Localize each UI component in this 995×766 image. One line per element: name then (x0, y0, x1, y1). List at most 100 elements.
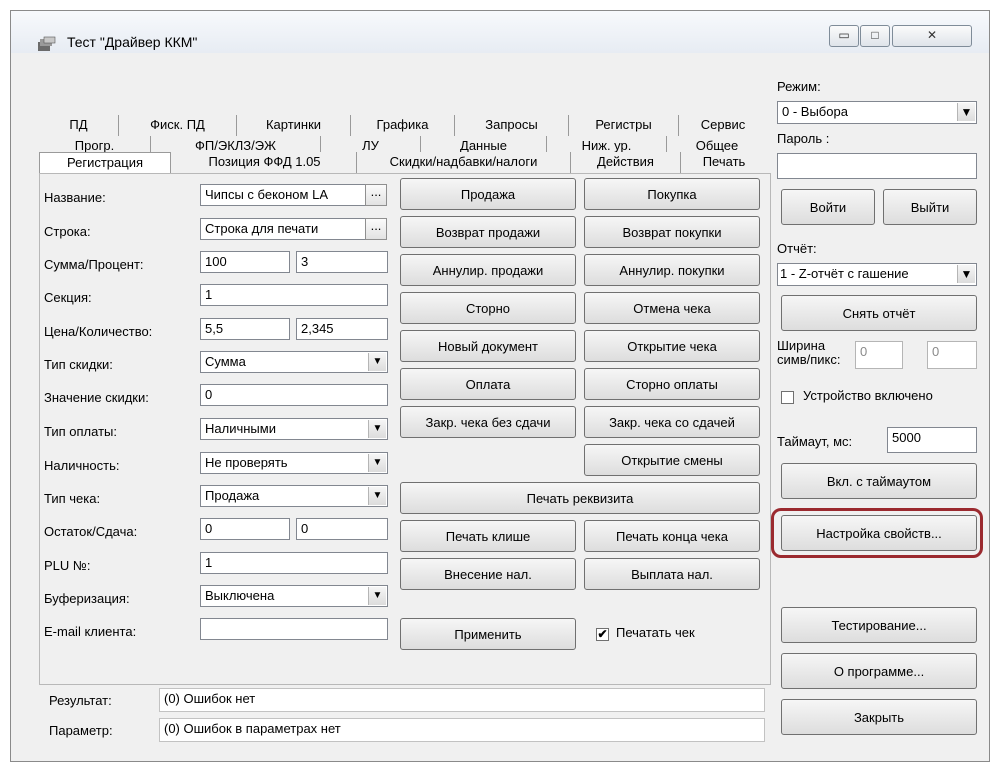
mode-label: Режим: (777, 79, 821, 94)
remain-input[interactable]: 0 (200, 518, 290, 540)
payment-button[interactable]: Оплата (400, 368, 576, 400)
payment-type-value: Наличными (205, 421, 276, 436)
on-with-timeout-button[interactable]: Вкл. с таймаутом (781, 463, 977, 499)
maximize-icon: □ (871, 28, 879, 42)
string-input[interactable]: Строка для печати (200, 218, 366, 240)
email-input[interactable] (200, 618, 388, 640)
tab-discounts[interactable]: Скидки/надбавки/налоги (357, 152, 571, 173)
tab-position-ffd[interactable]: Позиция ФФД 1.05 (173, 152, 357, 173)
string-browse-button[interactable]: ... (365, 218, 387, 240)
section-label: Секция: (44, 290, 92, 305)
logout-button[interactable]: Выйти (883, 189, 977, 225)
close-icon: ✕ (926, 28, 938, 42)
tab-queries[interactable]: Запросы (455, 115, 569, 136)
name-label: Название: (44, 190, 106, 205)
minimize-button[interactable]: ▭ (829, 25, 859, 47)
report-select[interactable]: 1 - Z-отчёт с гашение ▼ (777, 263, 977, 286)
cancel-purchase-button[interactable]: Аннулир. покупки (584, 254, 760, 286)
minimize-icon: ▭ (838, 28, 850, 42)
tab-pd[interactable]: ПД (39, 115, 119, 136)
name-input[interactable]: Чипсы с беконом LA (200, 184, 366, 206)
close-no-change-button[interactable]: Закр. чека без сдачи (400, 406, 576, 438)
return-purchase-button[interactable]: Возврат покупки (584, 216, 760, 248)
maximize-button[interactable]: □ (860, 25, 890, 47)
storno-button[interactable]: Сторно (400, 292, 576, 324)
close-button[interactable]: Закрыть (781, 699, 977, 735)
sum-input[interactable]: 100 (200, 251, 290, 273)
buffer-select[interactable]: Выключена ▼ (200, 585, 388, 607)
window-title: Тест "Драйвер ККМ" (67, 34, 198, 50)
tab-registers[interactable]: Регистры (569, 115, 679, 136)
cancel-sale-button[interactable]: Аннулир. продажи (400, 254, 576, 286)
width-pixels-input[interactable]: 0 (927, 341, 977, 369)
print-receipt-checkbox[interactable]: ✔ (596, 628, 609, 641)
cash-check-select[interactable]: Не проверять ▼ (200, 452, 388, 474)
tab-fisk-pd[interactable]: Фиск. ПД (119, 115, 237, 136)
print-requisite-button[interactable]: Печать реквизита (400, 482, 760, 514)
buffer-label: Буферизация: (44, 591, 130, 606)
tab-registration[interactable]: Регистрация (39, 152, 171, 174)
take-report-button[interactable]: Снять отчёт (781, 295, 977, 331)
discount-type-select[interactable]: Сумма ▼ (200, 351, 388, 373)
email-label: E-mail клиента: (44, 624, 137, 639)
chevron-down-icon: ▼ (957, 265, 975, 283)
new-document-button[interactable]: Новый документ (400, 330, 576, 362)
width-chars-input[interactable]: 0 (855, 341, 903, 369)
tab-print[interactable]: Печать (681, 152, 767, 173)
timeout-input[interactable]: 5000 (887, 427, 977, 453)
cancel-receipt-button[interactable]: Отмена чека (584, 292, 760, 324)
login-button[interactable]: Войти (781, 189, 875, 225)
testing-button[interactable]: Тестирование... (781, 607, 977, 643)
status-area: Результат: (0) Ошибок нет Параметр: (0) … (39, 685, 771, 749)
password-input[interactable] (777, 153, 977, 179)
window-controls: ▭ □ ✕ (829, 11, 981, 47)
price-input[interactable]: 5,5 (200, 318, 290, 340)
discount-type-value: Сумма (205, 354, 246, 369)
width-label-2: симв/пикс: (777, 352, 841, 367)
about-button[interactable]: О программе... (781, 653, 977, 689)
apply-button[interactable]: Применить (400, 618, 576, 650)
purchase-button[interactable]: Покупка (584, 178, 760, 210)
return-sale-button[interactable]: Возврат продажи (400, 216, 576, 248)
cash-in-button[interactable]: Внесение нал. (400, 558, 576, 590)
percent-input[interactable]: 3 (296, 251, 388, 273)
chevron-down-icon: ▼ (368, 487, 386, 505)
discount-value-input[interactable]: 0 (200, 384, 388, 406)
name-browse-button[interactable]: ... (365, 184, 387, 206)
print-cliche-button[interactable]: Печать клише (400, 520, 576, 552)
right-panel: Режим: 0 - Выбора ▼ Пароль : Войти Выйти… (771, 71, 985, 751)
section-input[interactable]: 1 (200, 284, 388, 306)
open-shift-button[interactable]: Открытие смены (584, 444, 760, 476)
tab-graphics[interactable]: Графика (351, 115, 455, 136)
plu-input[interactable]: 1 (200, 552, 388, 574)
report-value: 1 - Z-отчёт с гашение (780, 266, 909, 281)
sum-label: Сумма/Процент: (44, 257, 144, 272)
plu-label: PLU №: (44, 558, 91, 573)
result-field: (0) Ошибок нет (159, 688, 765, 712)
tab-service[interactable]: Сервис (679, 115, 767, 136)
payment-type-select[interactable]: Наличными ▼ (200, 418, 388, 440)
remain-label: Остаток/Сдача: (44, 524, 138, 539)
quantity-input[interactable]: 2,345 (296, 318, 388, 340)
close-window-button[interactable]: ✕ (892, 25, 972, 47)
tab-actions[interactable]: Действия (571, 152, 681, 173)
print-end-button[interactable]: Печать конца чека (584, 520, 760, 552)
tab-row-3: Регистрация Позиция ФФД 1.05 Скидки/надб… (39, 152, 777, 174)
result-label: Результат: (49, 693, 112, 708)
change-input[interactable]: 0 (296, 518, 388, 540)
cash-out-button[interactable]: Выплата нал. (584, 558, 760, 590)
mode-select[interactable]: 0 - Выбора ▼ (777, 101, 977, 124)
highlight-frame (771, 508, 983, 558)
print-receipt-label: Печатать чек (616, 625, 695, 640)
receipt-type-select[interactable]: Продажа ▼ (200, 485, 388, 507)
close-with-change-button[interactable]: Закр. чека со сдачей (584, 406, 760, 438)
string-label: Строка: (44, 224, 91, 239)
password-label: Пароль : (777, 131, 830, 146)
sale-button[interactable]: Продажа (400, 178, 576, 210)
device-on-checkbox[interactable] (781, 391, 794, 404)
tab-pictures[interactable]: Картинки (237, 115, 351, 136)
storno-payment-button[interactable]: Сторно оплаты (584, 368, 760, 400)
mode-value: 0 - Выбора (782, 104, 848, 119)
open-receipt-button[interactable]: Открытие чека (584, 330, 760, 362)
receipt-type-value: Продажа (205, 488, 260, 503)
